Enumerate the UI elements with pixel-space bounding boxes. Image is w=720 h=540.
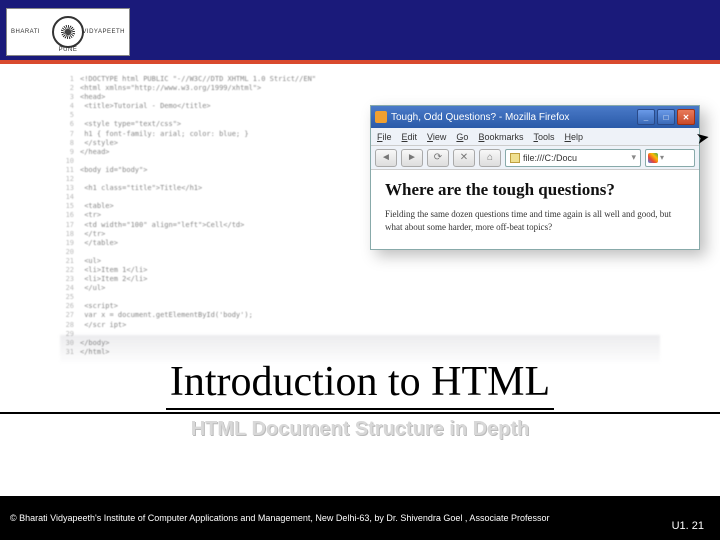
logo-text-right: VIDYAPEETH <box>82 29 125 35</box>
menu-file[interactable]: File <box>377 132 392 142</box>
dropdown-icon[interactable]: ▾ <box>631 152 636 163</box>
menu-edit[interactable]: Edit <box>402 132 418 142</box>
browser-title: Tough, Odd Questions? - Mozilla Firefox <box>391 112 637 123</box>
search-bar[interactable]: ▾ <box>645 149 695 167</box>
window-controls: _ □ ✕ <box>637 109 695 125</box>
page-icon <box>510 153 520 163</box>
stop-button[interactable]: ✕ <box>453 149 475 167</box>
footer-copyright: © Bharati Vidyapeeth's Institute of Comp… <box>10 513 710 523</box>
home-button[interactable]: ⌂ <box>479 149 501 167</box>
reload-button[interactable]: ⟳ <box>427 149 449 167</box>
page-headline: Where are the tough questions? <box>385 180 685 200</box>
menu-tools[interactable]: Tools <box>533 132 554 142</box>
footer-bar: © Bharati Vidyapeeth's Institute of Comp… <box>0 496 720 540</box>
menu-go[interactable]: Go <box>456 132 468 142</box>
slide-title: Introduction to HTML <box>0 358 720 414</box>
url-text: file:///C:/Docu <box>523 153 577 163</box>
search-dropdown-icon: ▾ <box>660 153 664 162</box>
google-icon <box>648 153 658 163</box>
maximize-button[interactable]: □ <box>657 109 675 125</box>
logo-emblem-icon <box>52 16 84 48</box>
forward-button[interactable]: ► <box>401 149 423 167</box>
browser-toolbar: ◄ ► ⟳ ✕ ⌂ file:///C:/Docu ▾ ▾ <box>371 146 699 170</box>
browser-viewport: Where are the tough questions? Fielding … <box>371 170 699 249</box>
slide: BHARATI VIDYAPEETH PUNE 1<!DOCTYPE html … <box>0 0 720 540</box>
institute-logo: BHARATI VIDYAPEETH PUNE <box>6 8 130 56</box>
firefox-icon <box>375 111 387 123</box>
back-button[interactable]: ◄ <box>375 149 397 167</box>
url-bar[interactable]: file:///C:/Docu ▾ <box>505 149 641 167</box>
code-editor-illustration: 1<!DOCTYPE html PUBLIC "-//W3C//DTD XHTM… <box>60 75 380 325</box>
header-bar: BHARATI VIDYAPEETH PUNE <box>0 0 720 64</box>
close-button[interactable]: ✕ <box>677 109 695 125</box>
slide-title-text: Introduction to HTML <box>166 358 554 410</box>
logo-text-bottom: PUNE <box>59 47 78 53</box>
menu-view[interactable]: View <box>427 132 446 142</box>
cursor-icon: ➤ <box>694 127 711 149</box>
footer-page-number: U1. 21 <box>672 520 704 532</box>
logo-text-left: BHARATI <box>11 29 40 35</box>
slide-subtitle: HTML Document Structure in Depth <box>0 418 720 441</box>
page-body-text: Fielding the same dozen questions time a… <box>385 208 685 233</box>
menu-help[interactable]: Help <box>564 132 583 142</box>
browser-titlebar: Tough, Odd Questions? - Mozilla Firefox … <box>371 106 699 128</box>
browser-menu-bar: File Edit View Go Bookmarks Tools Help <box>371 128 699 146</box>
menu-bookmarks[interactable]: Bookmarks <box>478 132 523 142</box>
illustration-area: 1<!DOCTYPE html PUBLIC "-//W3C//DTD XHTM… <box>40 75 680 335</box>
minimize-button[interactable]: _ <box>637 109 655 125</box>
browser-window: ➤ Tough, Odd Questions? - Mozilla Firefo… <box>370 105 700 250</box>
